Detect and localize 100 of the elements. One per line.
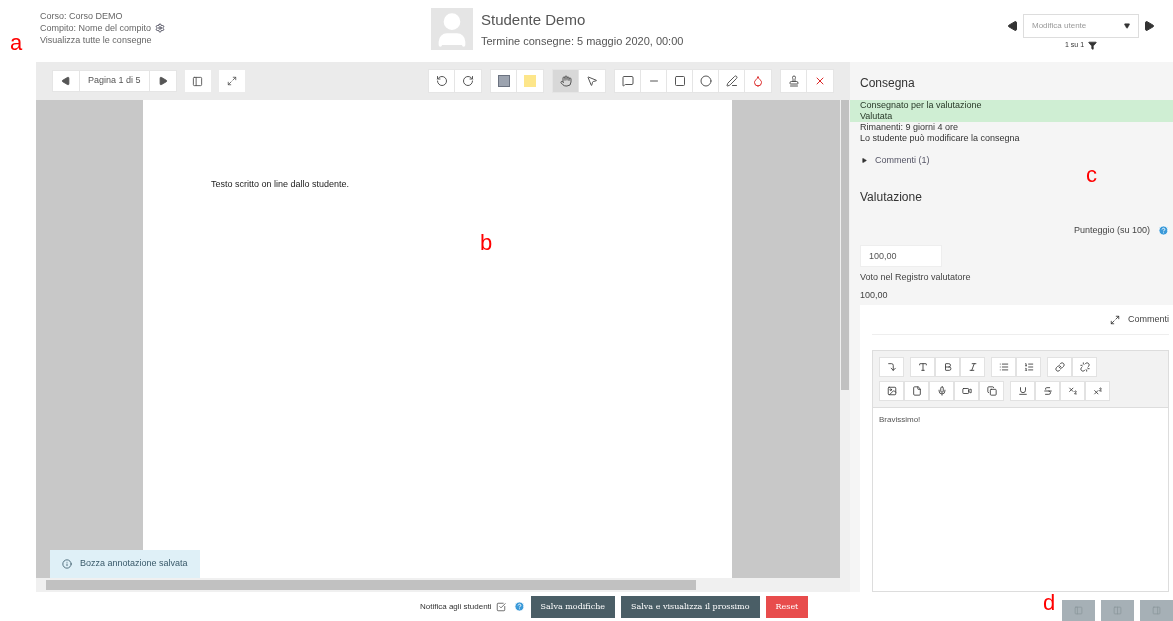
expand-icon[interactable] xyxy=(1110,314,1120,325)
filter-icon[interactable] xyxy=(1088,40,1098,50)
status-text: Valutata xyxy=(860,111,894,122)
editor-button[interactable] xyxy=(879,357,904,377)
stamp-preview-icon xyxy=(497,75,510,87)
expand-comments-button[interactable] xyxy=(218,70,245,92)
video-icon xyxy=(961,386,972,396)
file-icon xyxy=(911,386,922,396)
editor-button[interactable] xyxy=(935,357,960,377)
info-text: Rimanenti: 9 giorni 4 ore xyxy=(860,122,960,133)
previous-user-icon[interactable] xyxy=(1007,20,1019,32)
panel-icon xyxy=(192,75,204,87)
checked-box-icon xyxy=(495,601,506,612)
highlight-icon xyxy=(752,75,764,87)
layout-icon xyxy=(1113,606,1122,615)
course-label: Corso: Corso DEMO xyxy=(40,10,124,22)
info-icon xyxy=(62,559,72,569)
help-icon[interactable] xyxy=(513,601,525,612)
tool-button[interactable] xyxy=(579,70,605,92)
editor-button[interactable] xyxy=(879,381,904,401)
feedback-label: Commenti xyxy=(1128,312,1169,326)
editor-button[interactable] xyxy=(929,381,954,401)
editor-button[interactable] xyxy=(960,357,985,377)
numbers-icon xyxy=(1023,362,1034,372)
stamp-icon xyxy=(787,75,800,87)
vertical-scrollbar[interactable] xyxy=(840,100,850,578)
due-date: Termine consegne: 5 maggio 2020, 00:00 xyxy=(481,34,684,49)
tool-button[interactable] xyxy=(693,70,719,92)
editor-button[interactable] xyxy=(910,357,935,377)
rotate-right-icon xyxy=(462,75,474,87)
rectangle-icon xyxy=(673,75,686,87)
search-comments-button[interactable] xyxy=(184,70,211,92)
next-user-icon[interactable] xyxy=(1143,20,1155,32)
status-text: Consegnato per la valutazione xyxy=(860,100,983,111)
editor-button[interactable] xyxy=(1016,357,1041,377)
feedback-text[interactable]: Bravissimo! xyxy=(873,408,1168,432)
tool-button[interactable] xyxy=(491,70,517,92)
info-text: Lo studente può modificare la consegna xyxy=(860,133,1021,144)
tool-button[interactable] xyxy=(455,70,481,92)
unlink-icon xyxy=(1079,362,1090,372)
section-title: Valutazione xyxy=(860,188,923,206)
tool-button[interactable] xyxy=(719,70,745,92)
gradebook-value: 100,00 xyxy=(860,288,889,302)
mic-icon xyxy=(936,386,947,396)
assignment-link[interactable]: Compito: Nome del compito xyxy=(40,22,152,34)
settings-icon[interactable] xyxy=(155,23,166,33)
underline-icon xyxy=(1017,386,1028,396)
layout-icon xyxy=(1074,606,1083,615)
bold-icon xyxy=(942,362,953,372)
tool-button[interactable] xyxy=(615,70,641,92)
collapse-icon xyxy=(886,362,897,372)
color-swatch-icon xyxy=(524,75,536,87)
tool-button[interactable] xyxy=(553,70,579,92)
rotate-left-icon xyxy=(435,75,448,87)
figure-marker: d xyxy=(1043,589,1056,617)
editor-button[interactable] xyxy=(1047,357,1072,377)
editor-button[interactable] xyxy=(979,381,1004,401)
editor-button[interactable] xyxy=(954,381,979,401)
horizontal-scrollbar[interactable] xyxy=(36,578,850,592)
pen-icon xyxy=(725,75,738,87)
figure-marker: a xyxy=(10,29,23,57)
toast-text: Bozza annotazione salvata xyxy=(80,557,188,571)
editor-button[interactable] xyxy=(904,381,929,401)
editor-button[interactable] xyxy=(1010,381,1035,401)
strike-icon xyxy=(1042,386,1053,396)
editor-button[interactable] xyxy=(991,357,1016,377)
view-all-link[interactable]: Visualizza tutte le consegne xyxy=(40,34,400,46)
footer-button[interactable]: Reset xyxy=(765,595,809,618)
notify-label: Notifica agli studenti xyxy=(420,600,492,613)
hand-icon xyxy=(559,75,572,87)
editor-button[interactable] xyxy=(1060,381,1085,401)
editor-button[interactable] xyxy=(1072,357,1097,377)
tool-button[interactable] xyxy=(429,70,455,92)
tool-button[interactable] xyxy=(781,70,807,92)
section-title: Consegna xyxy=(860,75,916,92)
footer-button[interactable]: Salva modifiche xyxy=(530,595,616,618)
subscript-icon xyxy=(1067,386,1078,396)
layout-icon xyxy=(1152,606,1161,615)
italic-icon xyxy=(967,362,978,372)
figure-marker: b xyxy=(480,229,493,257)
document-text: Testo scritto on line dallo studente. xyxy=(211,179,350,189)
delete-icon xyxy=(814,75,826,87)
font-icon xyxy=(917,362,928,372)
editor-button[interactable] xyxy=(1085,381,1110,401)
student-name: Studente Demo xyxy=(481,9,587,30)
pointer-icon xyxy=(586,75,598,87)
disclosure-triangle-icon xyxy=(862,158,867,164)
expand-icon xyxy=(226,76,237,86)
image-icon xyxy=(886,386,897,396)
bullets-icon xyxy=(998,362,1009,372)
right-triangle-icon xyxy=(157,76,168,86)
link-icon xyxy=(1054,362,1065,372)
score-field[interactable]: 100,00 xyxy=(860,245,942,267)
editor-button[interactable] xyxy=(1035,381,1060,401)
footer-button[interactable]: Salva e visualizza il prossimo xyxy=(621,595,760,618)
notify-checkbox[interactable] xyxy=(495,601,506,612)
tool-button[interactable] xyxy=(667,70,693,92)
left-triangle-icon xyxy=(61,76,71,86)
help-icon[interactable] xyxy=(1158,224,1169,236)
tool-button[interactable] xyxy=(745,70,771,92)
